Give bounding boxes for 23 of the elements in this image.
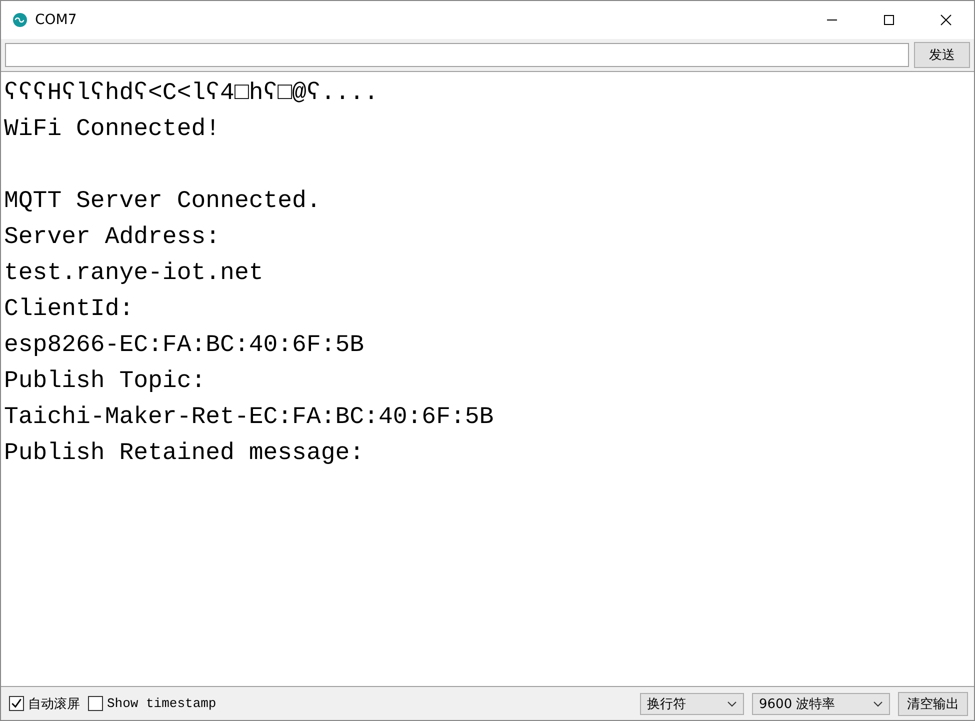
output-line: Publish Retained message: (4, 440, 364, 467)
autoscroll-checkbox[interactable] (9, 696, 24, 711)
output-line: test.ranye-iot.net (4, 260, 264, 287)
app-logo-icon (12, 12, 28, 28)
baud-rate-dropdown[interactable]: 9600 波特率 (752, 692, 890, 714)
caret-icon (727, 700, 737, 706)
timestamp-checkbox[interactable] (88, 696, 103, 711)
clear-output-button[interactable]: 清空输出 (898, 692, 968, 716)
send-field[interactable] (5, 43, 909, 67)
output-line: esp8266-EC:FA:BC:40:6F:5B (4, 332, 364, 359)
output-line: Server Address: (4, 224, 220, 251)
output-line: MQTT Server Connected. (4, 188, 321, 215)
caret-icon (873, 700, 883, 706)
window-title: COM7 (35, 12, 77, 28)
output-line: Publish Topic: (4, 368, 206, 395)
timestamp-label[interactable]: Show timestamp (107, 696, 216, 711)
output-line: WiFi Connected! (4, 116, 220, 143)
send-button[interactable]: 发送 (914, 42, 970, 68)
output-line: Taichi-Maker-Ret-EC:FA:BC:40:6F:5B (4, 404, 494, 431)
output-line: ClientId: (4, 296, 134, 323)
line-ending-dropdown[interactable]: 换行符 (640, 692, 744, 714)
output-line: ʕʕʕHʕlʕhdʕ<C<lʕ4□hʕ□@ʕ.... (4, 80, 378, 107)
autoscroll-label[interactable]: 自动滚屏 (28, 694, 80, 712)
